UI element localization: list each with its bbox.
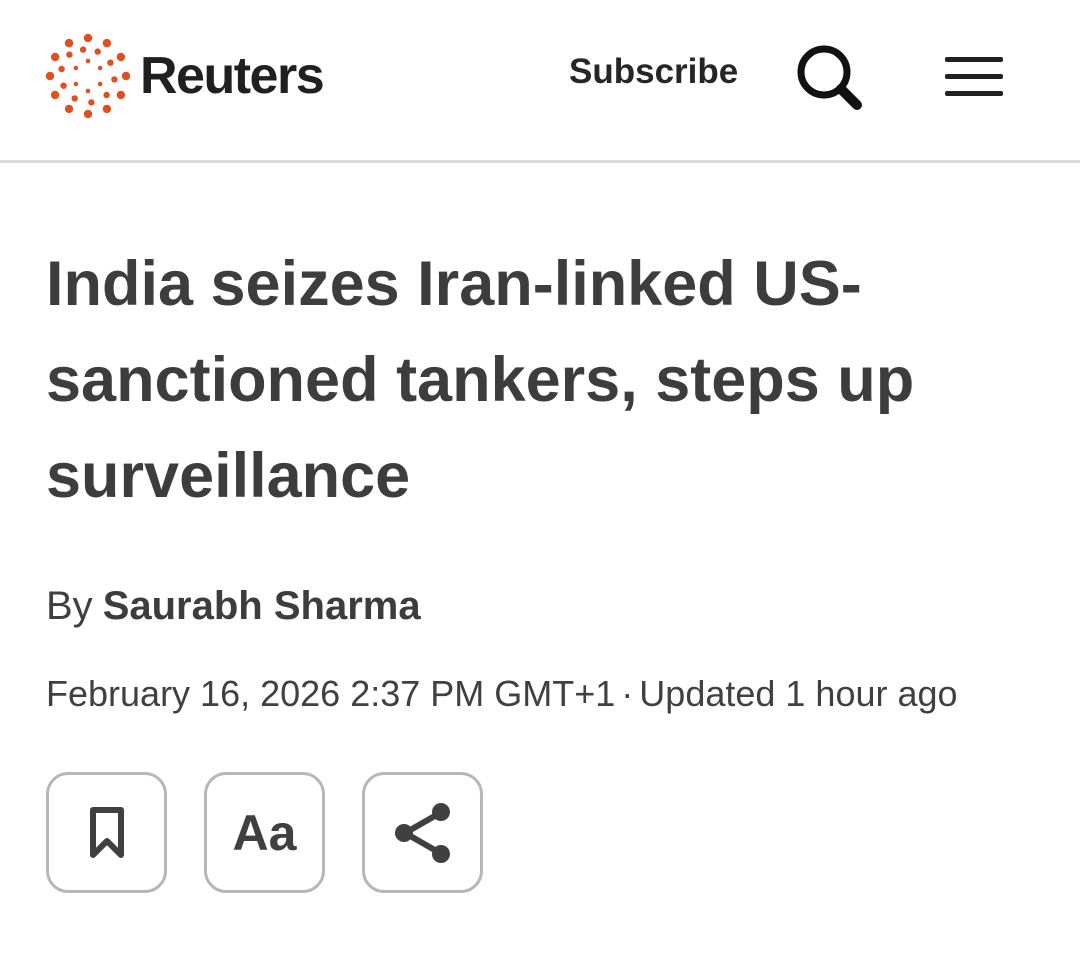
article-actions: Aa [46,772,483,893]
text-size-label: Aa [232,804,297,861]
text-size-button[interactable]: Aa [204,772,325,893]
search-icon [797,45,862,110]
brand-name: Reuters [140,47,325,105]
search-button[interactable] [794,42,866,114]
share-button[interactable] [362,772,483,893]
reuters-logo-icon [45,33,131,119]
subscribe-button[interactable]: Subscribe [569,54,738,89]
byline-prefix: By [46,584,93,628]
site-header: Reuters Subscribe [0,0,1080,163]
article-dateline: February 16, 2026 2:37 PM GMT+1 · Updated … [46,672,958,716]
hamburger-menu-icon [945,57,1003,96]
published-date: February 16, 2026 2:37 PM GMT+1 [46,673,616,714]
bookmark-icon [89,806,124,858]
updated-time: Updated 1 hour ago [639,673,958,714]
author-link[interactable]: Saurabh Sharma [103,584,421,628]
bookmark-button[interactable] [46,772,167,893]
menu-button[interactable] [942,52,1006,102]
reuters-logo[interactable]: Reuters [44,32,325,120]
share-icon [394,802,450,863]
dateline-separator: · [621,673,634,714]
article-headline: India seizes Iran-linked US-sanctioned t… [46,249,915,511]
byline: By Saurabh Sharma [46,582,421,630]
